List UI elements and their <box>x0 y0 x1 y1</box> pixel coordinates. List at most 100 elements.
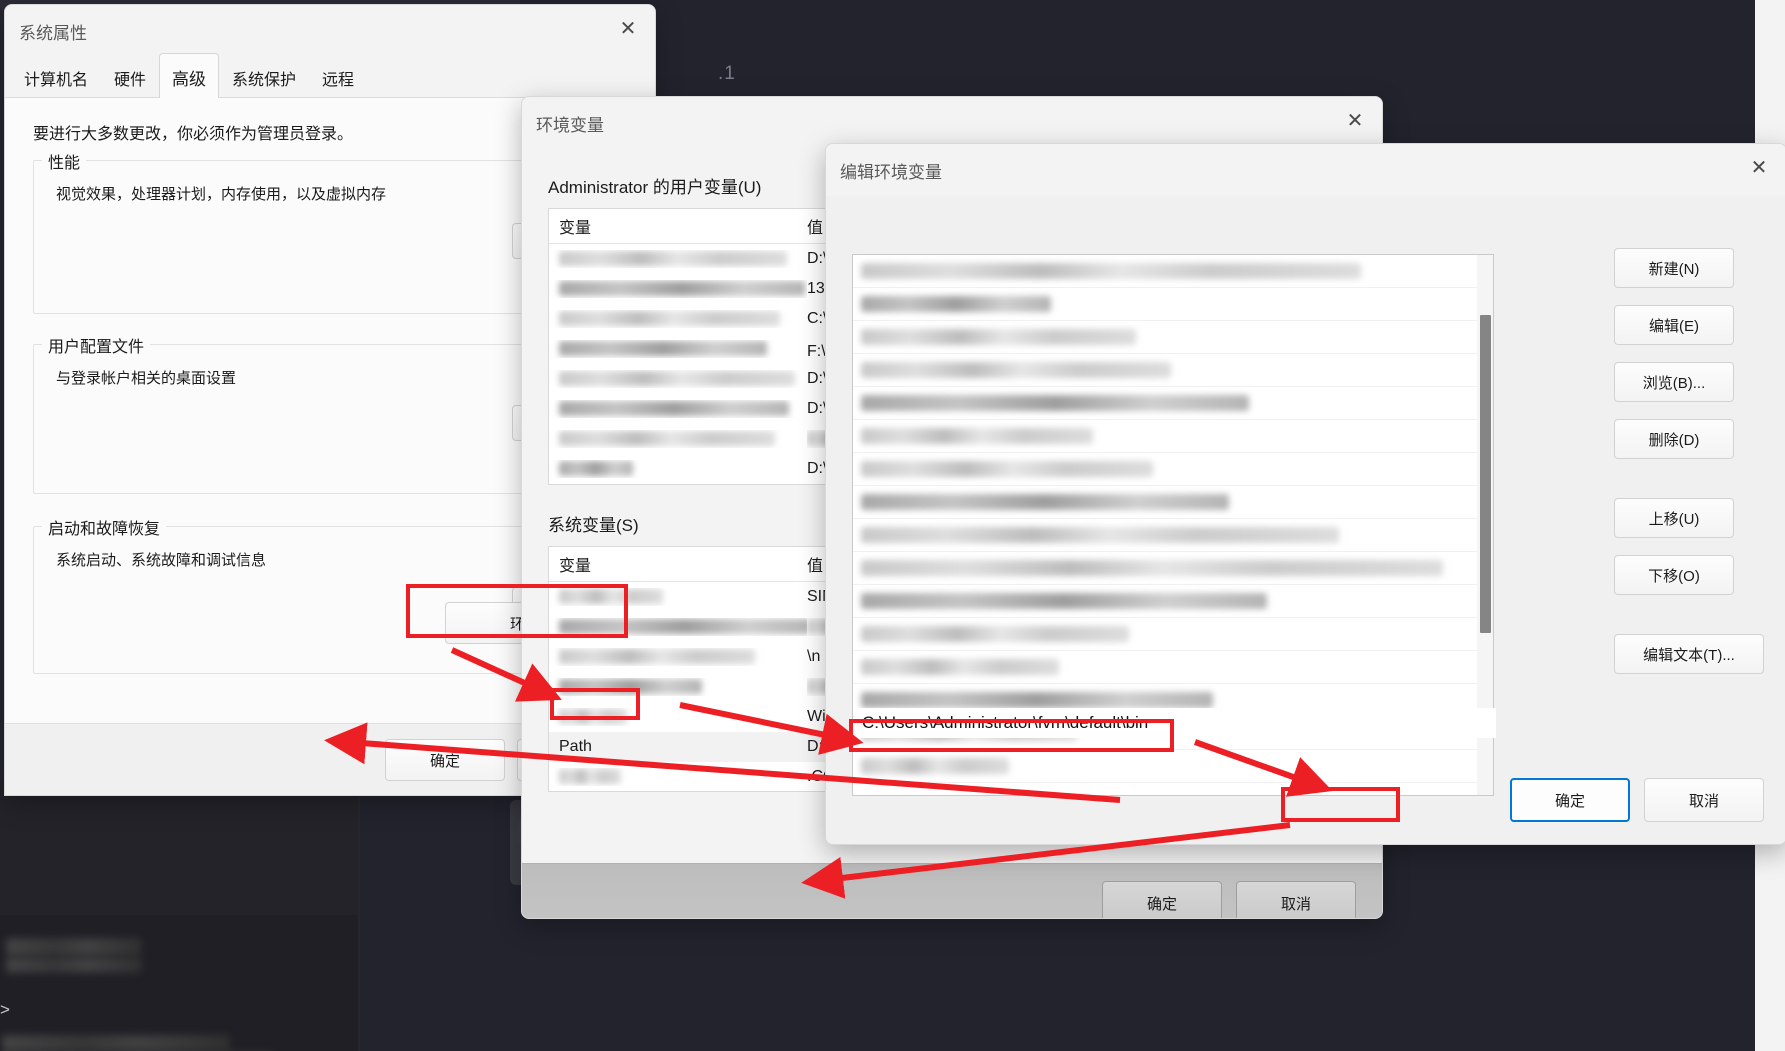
redacted-variable-name <box>559 679 702 695</box>
redacted-variable-name <box>559 461 633 477</box>
redacted-path-entry <box>861 626 1129 642</box>
screen: .1 > 系统属性 ✕ 计算机名 硬件 高级 系统保护 远程 要进行大多数更改，… <box>0 0 1785 1051</box>
list-item[interactable] <box>853 486 1493 519</box>
variable-name-cell <box>549 250 807 268</box>
system-properties-title: 系统属性 <box>19 23 87 43</box>
edit-environment-variable-ok-button[interactable]: 确定 <box>1510 778 1630 822</box>
variable-name-cell <box>549 618 807 636</box>
list-item[interactable] <box>853 354 1493 387</box>
redacted-variable-name <box>559 709 627 725</box>
edit-environment-variable-body: C:\Users\Administrator\fvm\default\bin 新… <box>826 196 1785 844</box>
redacted-path-entry <box>861 296 1051 312</box>
edit-environment-variable-footer: 确定 取消 <box>1510 778 1764 822</box>
redacted-variable-name <box>559 281 805 297</box>
system-properties-ok-button[interactable]: 确定 <box>385 739 505 781</box>
redacted-path-entry <box>861 329 1136 345</box>
redacted-path-entry <box>861 263 1361 279</box>
redacted-path-entry <box>861 758 1009 774</box>
list-item[interactable] <box>853 321 1493 354</box>
variable-name-cell <box>549 768 807 786</box>
environment-variables-title: 环境变量 <box>536 115 604 135</box>
tab-advanced[interactable]: 高级 <box>159 53 220 98</box>
edit-environment-variable-title: 编辑环境变量 <box>840 162 942 182</box>
variable-name-cell <box>549 310 807 328</box>
redacted-path-entry <box>861 494 1229 510</box>
environment-variables-ok-button[interactable]: 确定 <box>1102 881 1222 918</box>
environment-variables-titlebar: 环境变量 ✕ <box>522 97 1382 149</box>
path-action-buttons: 新建(N) 编辑(E) 浏览(B)... 删除(D) 上移(U) 下移(O) 编… <box>1614 248 1764 674</box>
system-variables-col-name: 变量 <box>559 558 592 575</box>
redacted-variable-name <box>559 311 780 327</box>
selected-path-input[interactable]: C:\Users\Administrator\fvm\default\bin <box>856 708 1496 738</box>
close-icon[interactable]: ✕ <box>1328 97 1382 143</box>
background-blurred-text-1 <box>6 938 142 956</box>
background-console-lower <box>0 915 358 1051</box>
list-item[interactable] <box>853 750 1493 783</box>
redacted-path-entry <box>861 659 1059 675</box>
tab-remote[interactable]: 远程 <box>309 58 367 98</box>
console-caret: > <box>0 1000 10 1019</box>
new-button[interactable]: 新建(N) <box>1614 248 1734 288</box>
redacted-variable-name <box>559 431 775 447</box>
redacted-path-entry <box>861 692 1213 708</box>
background-blurred-text-2 <box>6 957 142 973</box>
list-item[interactable] <box>853 288 1493 321</box>
redacted-path-entry <box>861 560 1443 576</box>
variable-name-cell <box>549 678 807 696</box>
path-entries-lines <box>853 255 1493 783</box>
user-variables-col-name: 变量 <box>559 220 592 237</box>
redacted-variable-name <box>559 589 663 605</box>
edit-button[interactable]: 编辑(E) <box>1614 305 1734 345</box>
redacted-variable-name <box>559 371 795 387</box>
tab-computer-name[interactable]: 计算机名 <box>11 58 101 98</box>
path-list-scrollbar-thumb[interactable] <box>1480 315 1491 633</box>
close-icon[interactable]: ✕ <box>1732 144 1785 190</box>
background-blurred-text-4 <box>2 1035 230 1051</box>
variable-name-cell: Path <box>559 738 592 755</box>
variable-name-cell <box>549 370 807 388</box>
edit-environment-variable-window: 编辑环境变量 ✕ C:\Users\Administrator\fvm\defa… <box>825 143 1785 845</box>
variable-name-cell <box>549 588 807 606</box>
system-properties-tabs: 计算机名 硬件 高级 系统保护 远程 <box>5 53 655 98</box>
redacted-path-entry <box>861 395 1249 411</box>
delete-button[interactable]: 删除(D) <box>1614 419 1734 459</box>
redacted-variable-name <box>559 341 767 357</box>
close-icon[interactable]: ✕ <box>601 5 655 51</box>
redacted-variable-name <box>559 649 755 665</box>
variable-name-cell <box>549 648 807 666</box>
list-item[interactable] <box>853 453 1493 486</box>
redacted-path-entry <box>861 527 1339 543</box>
system-properties-titlebar: 系统属性 ✕ <box>5 5 655 57</box>
variable-name-cell <box>549 460 807 478</box>
variable-name-cell <box>549 280 807 298</box>
user-profiles-group-label: 用户配置文件 <box>42 333 151 357</box>
redacted-variable-name <box>559 619 807 635</box>
tab-hardware[interactable]: 硬件 <box>101 58 159 98</box>
list-item[interactable] <box>853 618 1493 651</box>
list-item[interactable] <box>853 585 1493 618</box>
move-down-button[interactable]: 下移(O) <box>1614 555 1734 595</box>
redacted-variable-name <box>559 769 621 785</box>
list-item[interactable] <box>853 651 1493 684</box>
edit-environment-variable-cancel-button[interactable]: 取消 <box>1644 778 1764 822</box>
list-item[interactable] <box>853 420 1493 453</box>
browse-button[interactable]: 浏览(B)... <box>1614 362 1734 402</box>
redacted-variable-name <box>559 401 789 417</box>
tab-system-protection[interactable]: 系统保护 <box>219 58 309 98</box>
variable-name-cell <box>549 340 807 358</box>
list-item[interactable] <box>853 552 1493 585</box>
edit-environment-variable-titlebar: 编辑环境变量 ✕ <box>826 144 1785 196</box>
variable-name-cell <box>549 430 807 448</box>
variable-name-cell <box>549 708 807 726</box>
redacted-path-entry <box>861 428 1093 444</box>
environment-variables-cancel-button[interactable]: 取消 <box>1236 881 1356 918</box>
startup-recovery-group-label: 启动和故障恢复 <box>42 515 167 539</box>
background-version-text: .1 <box>718 63 736 84</box>
list-item[interactable] <box>853 255 1493 288</box>
list-item[interactable] <box>853 519 1493 552</box>
move-up-button[interactable]: 上移(U) <box>1614 498 1734 538</box>
edit-text-button[interactable]: 编辑文本(T)... <box>1614 634 1764 674</box>
list-item[interactable] <box>853 387 1493 420</box>
redacted-path-entry <box>861 461 1153 477</box>
redacted-path-entry <box>861 593 1267 609</box>
